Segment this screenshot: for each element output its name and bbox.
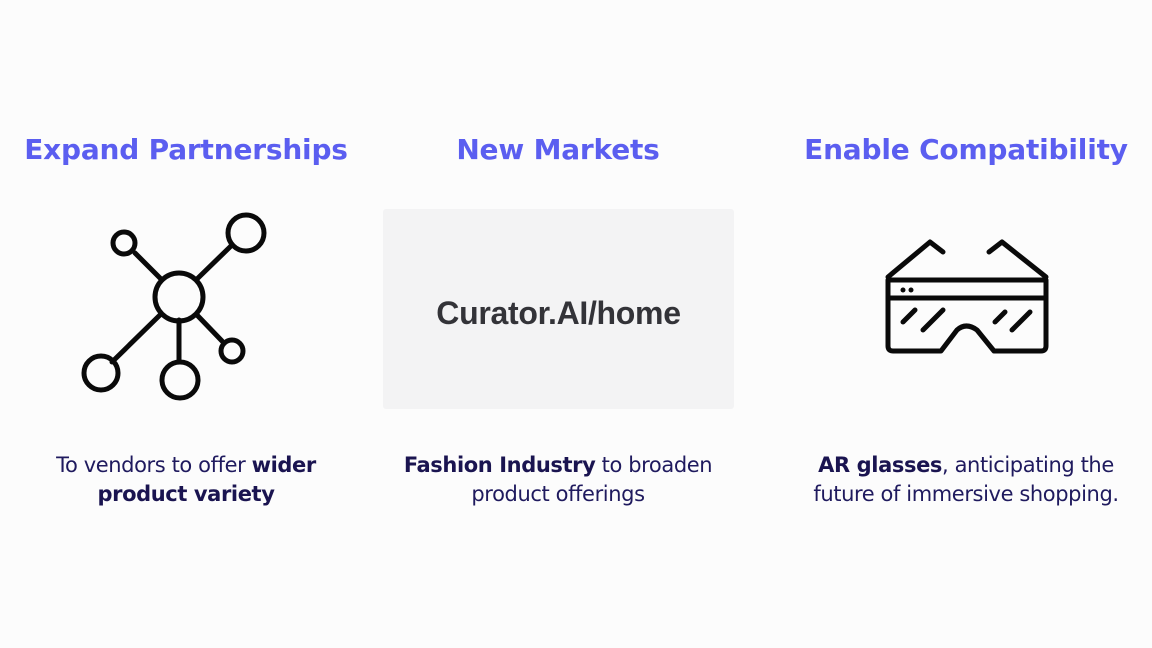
slide: Expand Partnerships To vendors to offer … bbox=[0, 0, 1152, 648]
desc-bold: Fashion Industry bbox=[403, 453, 596, 477]
heading-expand-partnerships: Expand Partnerships bbox=[24, 133, 348, 166]
description-enable-compatibility: AR glasses, anticipating the future of i… bbox=[790, 451, 1142, 509]
desc-bold: AR glasses bbox=[818, 453, 943, 477]
description-new-markets: Fashion Industry to broaden product offe… bbox=[382, 451, 734, 509]
website-url-text: Curator.AI/home bbox=[436, 295, 681, 331]
column-enable-compatibility: Enable Compatibility AR glasses, anticip… bbox=[790, 0, 1142, 648]
description-expand-partnerships: To vendors to offer wider product variet… bbox=[10, 451, 362, 509]
heading-new-markets: New Markets bbox=[456, 133, 660, 166]
ar-glasses-icon bbox=[790, 230, 1142, 360]
website-preview-card: Curator.AI/home bbox=[383, 209, 734, 409]
desc-text: To vendors to offer bbox=[56, 453, 252, 477]
column-new-markets: New Markets Curator.AI/home Fashion Indu… bbox=[382, 0, 734, 648]
network-nodes-icon bbox=[10, 205, 362, 410]
heading-enable-compatibility: Enable Compatibility bbox=[804, 133, 1128, 166]
column-expand-partnerships: Expand Partnerships To vendors to offer … bbox=[10, 0, 362, 648]
